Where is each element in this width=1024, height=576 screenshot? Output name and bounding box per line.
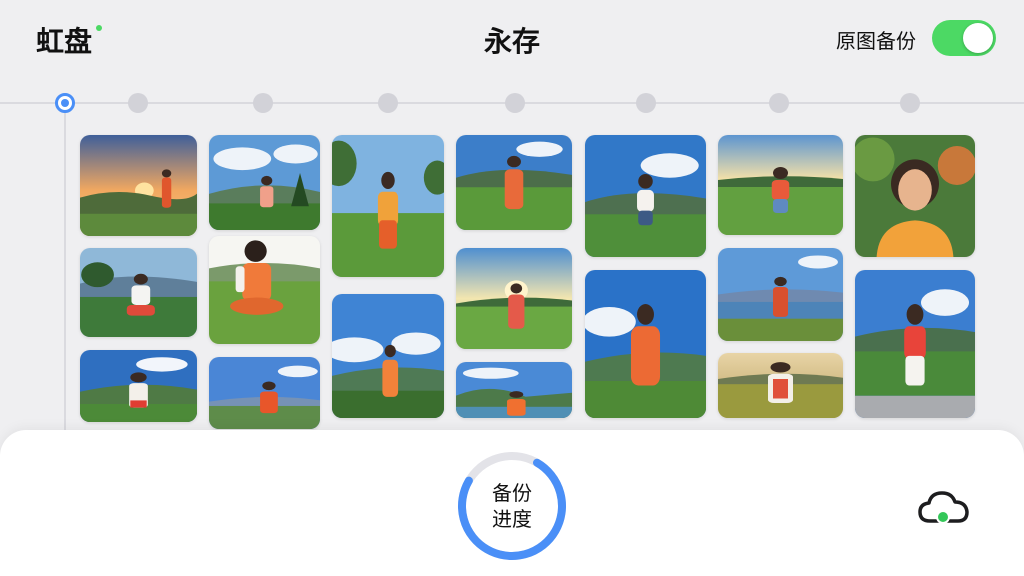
timeline-dot-7[interactable] <box>769 93 789 113</box>
timeline-vertical-guide <box>64 110 66 440</box>
photo-thumbnail[interactable] <box>332 294 444 418</box>
photo-thumbnail[interactable] <box>209 236 320 344</box>
progress-label-line2: 进度 <box>492 507 532 531</box>
logo-dot-icon <box>96 25 102 31</box>
original-backup-label: 原图备份 <box>836 29 916 53</box>
photo-thumbnail[interactable] <box>456 362 572 418</box>
photo-thumbnail[interactable] <box>718 248 843 341</box>
timeline-dot-2[interactable] <box>128 93 148 113</box>
photo-thumbnail[interactable] <box>718 353 843 418</box>
photo-thumbnail[interactable] <box>209 135 320 230</box>
timeline-dot-5[interactable] <box>505 93 525 113</box>
photo-thumbnail[interactable] <box>209 357 320 429</box>
timeline-dot-3[interactable] <box>253 93 273 113</box>
progress-label-line1: 备份 <box>492 481 532 505</box>
photo-thumbnail[interactable] <box>585 135 706 257</box>
top-bar: 虹盘 永存 原图备份 <box>0 0 1024 80</box>
timeline-dot-1[interactable] <box>55 93 75 113</box>
backup-progress-label: 备份 进度 <box>456 480 568 532</box>
toggle-knob <box>963 23 993 53</box>
photo-thumbnail[interactable] <box>855 135 975 257</box>
photo-thumbnail[interactable] <box>80 350 197 422</box>
photo-thumbnail[interactable] <box>855 270 975 418</box>
app-logo: 虹盘 <box>36 25 93 58</box>
timeline-dot-6[interactable] <box>636 93 656 113</box>
photo-thumbnail[interactable] <box>332 135 444 277</box>
cloud-sync-icon[interactable] <box>916 488 972 528</box>
photo-thumbnail[interactable] <box>718 135 843 235</box>
original-backup-toggle[interactable] <box>932 20 996 56</box>
timeline-dot-8[interactable] <box>900 93 920 113</box>
photo-thumbnail[interactable] <box>585 270 706 418</box>
photo-thumbnail[interactable] <box>456 248 572 349</box>
photo-thumbnail[interactable] <box>80 135 197 236</box>
timeline-dot-4[interactable] <box>378 93 398 113</box>
photo-thumbnail[interactable] <box>456 135 572 230</box>
photo-thumbnail[interactable] <box>80 248 197 337</box>
